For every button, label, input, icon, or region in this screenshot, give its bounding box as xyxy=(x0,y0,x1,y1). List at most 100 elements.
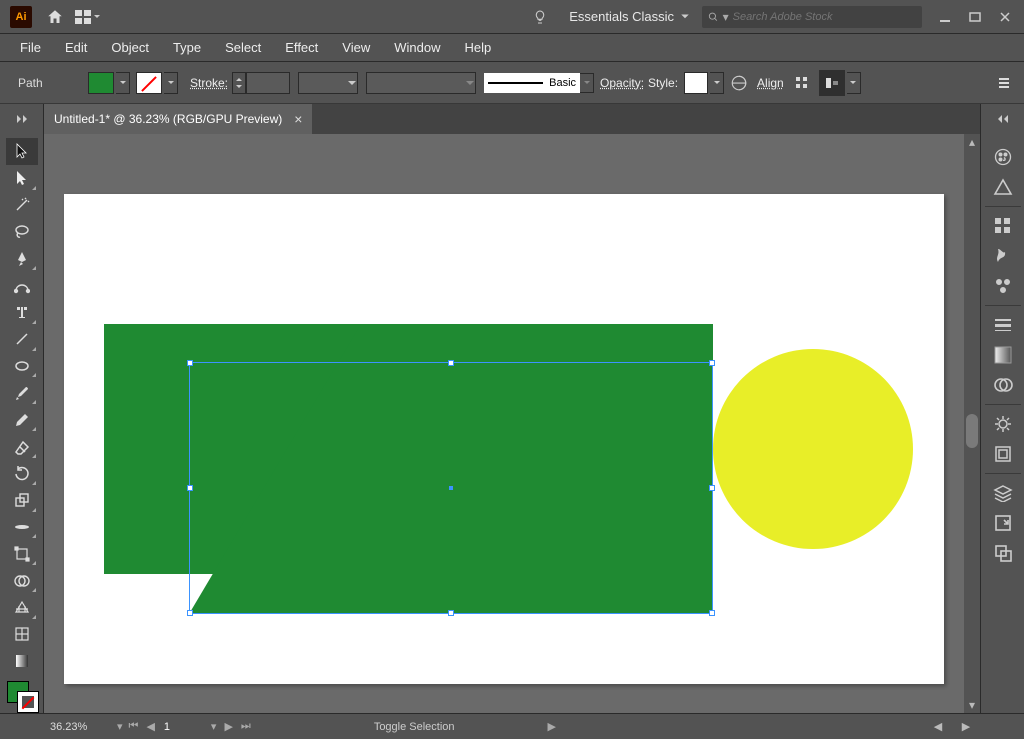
control-more-options[interactable] xyxy=(992,64,1016,102)
menu-window[interactable]: Window xyxy=(382,36,452,59)
recolor-artwork-button[interactable] xyxy=(726,70,752,96)
status-popup[interactable]: ▶ xyxy=(545,720,559,733)
artboard-number[interactable]: 1 xyxy=(158,721,208,733)
tool-pen[interactable] xyxy=(6,245,38,272)
scroll-thumb[interactable] xyxy=(966,414,978,448)
panel-appearance[interactable] xyxy=(987,409,1019,439)
home-button[interactable] xyxy=(38,2,72,32)
tool-rotate[interactable] xyxy=(6,460,38,487)
nav-prev-icon[interactable]: ◀ xyxy=(143,720,157,733)
sel-handle-mr[interactable] xyxy=(709,485,715,491)
fill-stroke-indicator[interactable] xyxy=(5,679,39,713)
window-close[interactable] xyxy=(990,5,1020,29)
stroke-dropdown[interactable] xyxy=(164,72,178,94)
tool-mesh[interactable] xyxy=(6,621,38,648)
search-adobe-stock[interactable]: ▾ xyxy=(702,6,922,28)
panel-graphic-styles[interactable] xyxy=(987,439,1019,469)
panel-stroke[interactable] xyxy=(987,310,1019,340)
tool-type[interactable] xyxy=(6,299,38,326)
tool-scale[interactable] xyxy=(6,487,38,514)
brush-dropdown[interactable] xyxy=(580,73,594,93)
document-tab-close[interactable]: × xyxy=(294,111,302,127)
tool-shape-builder[interactable] xyxy=(6,567,38,594)
panel-gradient[interactable] xyxy=(987,340,1019,370)
sel-handle-bl[interactable] xyxy=(187,610,193,616)
document-tab[interactable]: Untitled-1* @ 36.23% (RGB/GPU Preview) × xyxy=(44,104,312,134)
opacity-link[interactable]: Opacity: xyxy=(600,76,644,90)
brush-definition[interactable]: Basic xyxy=(484,73,580,93)
tool-lasso[interactable] xyxy=(6,218,38,245)
isolate-button[interactable] xyxy=(819,70,845,96)
tool-width[interactable] xyxy=(6,514,38,541)
tool-magic-wand[interactable] xyxy=(6,192,38,219)
tool-gradient[interactable] xyxy=(6,648,38,675)
menu-object[interactable]: Object xyxy=(99,36,161,59)
panel-layers[interactable] xyxy=(987,478,1019,508)
tool-curvature[interactable] xyxy=(6,272,38,299)
sel-handle-tc[interactable] xyxy=(448,360,454,366)
panel-symbols[interactable] xyxy=(987,271,1019,301)
sel-handle-br[interactable] xyxy=(709,610,715,616)
selection-bounding-box[interactable] xyxy=(189,362,713,614)
tool-paintbrush[interactable] xyxy=(6,379,38,406)
zoom-level[interactable]: 36.23% xyxy=(44,721,114,733)
tool-selection[interactable] xyxy=(6,138,38,165)
menu-file[interactable]: File xyxy=(8,36,53,59)
artboard-nav-2[interactable]: ▾ ▶ ⏭ xyxy=(208,720,254,733)
menu-help[interactable]: Help xyxy=(452,36,503,59)
arrange-documents-button[interactable] xyxy=(72,2,106,32)
sel-handle-tr[interactable] xyxy=(709,360,715,366)
panel-brushes[interactable] xyxy=(987,241,1019,271)
align-panel-link[interactable]: Align xyxy=(757,76,784,90)
stroke-weight[interactable] xyxy=(232,72,290,94)
stroke-control[interactable] xyxy=(136,72,178,94)
panel-swatches[interactable] xyxy=(987,211,1019,241)
search-input[interactable] xyxy=(733,11,916,23)
tool-ellipse[interactable] xyxy=(6,353,38,380)
menu-effect[interactable]: Effect xyxy=(273,36,330,59)
stroke-indicator[interactable] xyxy=(17,691,39,713)
panel-artboards[interactable] xyxy=(987,538,1019,568)
horizontal-scroll[interactable]: ◀▶ xyxy=(924,720,980,733)
workspace-switcher[interactable]: Essentials Classic xyxy=(561,4,698,30)
transform-dropdown[interactable] xyxy=(847,72,861,94)
artboard-nav[interactable]: ⏮ ◀ xyxy=(126,720,158,733)
tool-direct-selection[interactable] xyxy=(6,165,38,192)
fill-dropdown[interactable] xyxy=(116,72,130,94)
menu-view[interactable]: View xyxy=(330,36,382,59)
zoom-dropdown[interactable]: ▾ xyxy=(114,720,126,733)
scroll-down[interactable]: ▾ xyxy=(964,697,980,713)
nav-last-icon[interactable]: ⏭ xyxy=(238,720,254,733)
canvas[interactable]: ▴ ▾ xyxy=(44,134,980,713)
menu-edit[interactable]: Edit xyxy=(53,36,99,59)
fill-swatch[interactable] xyxy=(88,72,114,94)
graphic-style-swatch[interactable] xyxy=(684,72,708,94)
stroke-panel-link[interactable]: Stroke: xyxy=(190,76,228,90)
tool-perspective[interactable] xyxy=(6,594,38,621)
fill-control[interactable] xyxy=(88,72,130,94)
sel-handle-bc[interactable] xyxy=(448,610,454,616)
sel-handle-tl[interactable] xyxy=(187,360,193,366)
panel-color[interactable] xyxy=(987,142,1019,172)
artboard[interactable] xyxy=(64,194,944,684)
panel-color-guide[interactable] xyxy=(987,172,1019,202)
scroll-up[interactable]: ▴ xyxy=(964,134,980,150)
sel-handle-ml[interactable] xyxy=(187,485,193,491)
window-minimize[interactable] xyxy=(930,5,960,29)
expand-left-panels[interactable] xyxy=(0,104,44,134)
tool-line[interactable] xyxy=(6,326,38,353)
panel-asset-export[interactable] xyxy=(987,508,1019,538)
expand-right-panels[interactable] xyxy=(980,104,1024,134)
vertical-scrollbar[interactable]: ▴ ▾ xyxy=(964,134,980,713)
panel-transparency[interactable] xyxy=(987,370,1019,400)
align-button[interactable] xyxy=(789,70,815,96)
nav-first-icon[interactable]: ⏮ xyxy=(126,720,142,733)
tool-pencil[interactable] xyxy=(6,406,38,433)
stroke-swatch[interactable] xyxy=(136,72,162,94)
discover-button[interactable] xyxy=(525,2,555,32)
variable-width-profile[interactable] xyxy=(298,72,358,94)
menu-type[interactable]: Type xyxy=(161,36,213,59)
graphic-style-dropdown[interactable] xyxy=(710,72,724,94)
window-maximize[interactable] xyxy=(960,5,990,29)
shape-circle[interactable] xyxy=(713,349,913,549)
